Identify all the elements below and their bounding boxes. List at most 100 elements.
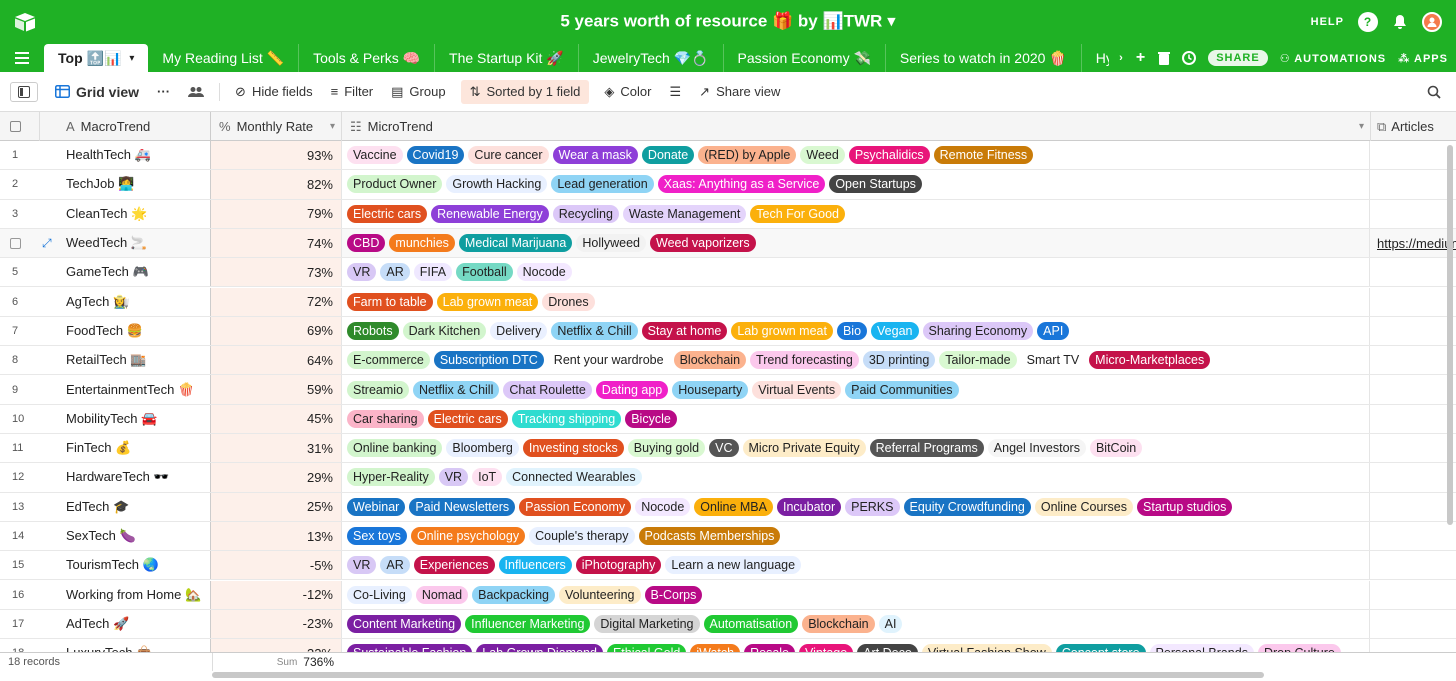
- microtrend-cell[interactable]: Hyper-Reality VR IoT Connected Wearables: [342, 463, 1370, 492]
- articles-cell[interactable]: [1371, 610, 1456, 638]
- trash-icon[interactable]: [1158, 51, 1171, 65]
- table-row[interactable]: 10 MobilityTech 🚘 45% Car sharing Electric c…: [0, 404, 1456, 434]
- articles-cell[interactable]: [1371, 639, 1456, 652]
- table-row[interactable]: 8 RetailTech 🏬 64% E-commerce Subscription D…: [0, 346, 1456, 376]
- articles-cell[interactable]: [1371, 258, 1456, 286]
- row-number-cell[interactable]: 6: [0, 288, 40, 316]
- tab-series-2020[interactable]: Series to watch in 2020 🍿: [886, 44, 1082, 72]
- filter-button[interactable]: ≡ Filter: [322, 80, 382, 103]
- column-header-macrotrend[interactable]: A MacroTrend: [40, 112, 211, 141]
- table-row[interactable]: 9 EntertainmentTech 🍿 59% Streamio Netflix &…: [0, 375, 1456, 405]
- articles-cell[interactable]: [1371, 463, 1456, 491]
- macrotrend-cell[interactable]: AdTech 🚀: [40, 609, 211, 639]
- microtrend-cell[interactable]: Farm to table Lab grown meat Drones: [342, 287, 1370, 316]
- macrotrend-cell[interactable]: TechJob 👩‍💻: [40, 170, 211, 199]
- table-row[interactable]: 7 FoodTech 🍔 69% Robots Dark Kitchen Delivery…: [0, 316, 1456, 347]
- table-row[interactable]: 16 Working from Home 🏡 -12% Co-Living Nomad B…: [0, 580, 1456, 610]
- microtrend-cell[interactable]: Robots Dark Kitchen Delivery Netflix & Chil…: [342, 316, 1370, 346]
- share-button[interactable]: SHARE: [1208, 50, 1268, 66]
- articles-cell[interactable]: [1371, 170, 1456, 198]
- macrotrend-cell[interactable]: GameTech 🎮: [40, 258, 211, 287]
- monthly-rate-cell[interactable]: 74%: [211, 228, 342, 258]
- articles-cell[interactable]: [1371, 375, 1456, 403]
- table-row[interactable]: 5 GameTech 🎮 73% VR AR FIFA Football Nocode: [0, 258, 1456, 288]
- monthly-rate-cell[interactable]: 29%: [211, 463, 342, 492]
- bell-icon[interactable]: [1392, 14, 1408, 30]
- table-row[interactable]: 11 FinTech 💰 31% Online banking Bloomberg Inv…: [0, 434, 1456, 464]
- monthly-rate-cell[interactable]: -32%: [211, 639, 342, 652]
- microtrend-cell[interactable]: CBD munchies Medical Marijuana Hollyweed Wee…: [342, 228, 1370, 258]
- microtrend-cell[interactable]: Electric cars Renewable Energy Recycling Wa…: [342, 199, 1370, 228]
- more-options-icon[interactable]: ···: [148, 80, 179, 103]
- macrotrend-cell[interactable]: HardwareTech 🕶️: [40, 463, 211, 492]
- row-number-cell[interactable]: 12: [0, 463, 40, 491]
- monthly-rate-cell[interactable]: 73%: [211, 258, 342, 287]
- microtrend-cell[interactable]: Co-Living Nomad Backpacking Volunteering B-C…: [342, 580, 1370, 609]
- column-header-monthly-rate[interactable]: % Monthly Rate ▾: [211, 112, 342, 141]
- monthly-rate-cell[interactable]: -12%: [211, 580, 342, 609]
- tab-startup-kit[interactable]: The Startup Kit 🚀: [435, 44, 579, 72]
- table-row[interactable]: 3 CleanTech 🌟 79% Electric cars Renewable En…: [0, 199, 1456, 229]
- articles-cell[interactable]: [1371, 581, 1456, 609]
- microtrend-cell[interactable]: E-commerce Subscription DTC Rent your ward…: [342, 346, 1370, 375]
- articles-cell[interactable]: [1371, 405, 1456, 433]
- macrotrend-cell[interactable]: EdTech 🎓: [40, 492, 211, 521]
- tab-passion-economy[interactable]: Passion Economy 💸: [724, 44, 886, 72]
- microtrend-cell[interactable]: Sex toys Online psychology Couple's therap…: [342, 521, 1370, 551]
- row-number-cell[interactable]: 14: [0, 522, 40, 550]
- macrotrend-cell[interactable]: AgTech 👩‍🌾: [40, 287, 211, 316]
- macrotrend-cell[interactable]: Working from Home 🏡: [40, 580, 211, 609]
- row-number-cell[interactable]: 7: [0, 317, 40, 345]
- macrotrend-cell[interactable]: MobilityTech 🚘: [40, 404, 211, 433]
- row-number-cell[interactable]: ⤢: [0, 229, 52, 257]
- table-row[interactable]: 18LuxuryTech 👜-32%Sustainable FashionLab…: [0, 639, 1456, 652]
- macrotrend-cell[interactable]: FoodTech 🍔: [40, 316, 211, 346]
- row-number-cell[interactable]: 5: [0, 258, 40, 286]
- macrotrend-cell[interactable]: CleanTech 🌟: [40, 199, 211, 228]
- row-number-cell[interactable]: 1: [0, 141, 40, 169]
- row-number-cell[interactable]: 2: [0, 170, 40, 198]
- macrotrend-cell[interactable]: EntertainmentTech 🍿: [40, 375, 211, 404]
- microtrend-cell[interactable]: Sustainable FashionLab Grown DiamondEthi…: [342, 639, 1370, 652]
- articles-cell[interactable]: [1371, 522, 1456, 550]
- macrotrend-cell[interactable]: FinTech 💰: [40, 434, 211, 463]
- articles-cell[interactable]: [1371, 346, 1456, 374]
- row-number-cell[interactable]: 13: [0, 493, 40, 521]
- monthly-rate-cell[interactable]: 93%: [211, 141, 342, 170]
- row-number-cell[interactable]: 16: [0, 581, 40, 609]
- apps-button[interactable]: ⁂ APPS: [1398, 52, 1448, 65]
- table-row[interactable]: 2 TechJob 👩‍💻 82% Product Owner Growth Hacki…: [0, 170, 1456, 200]
- monthly-rate-cell[interactable]: 13%: [211, 521, 342, 551]
- scroll-tabs-right-icon[interactable]: ›: [1119, 52, 1124, 64]
- table-row[interactable]: 13 EdTech 🎓 25% Webinar Paid Newsletters Pass…: [0, 492, 1456, 522]
- menu-icon[interactable]: [0, 44, 44, 72]
- macrotrend-cell[interactable]: SexTech 🍆: [40, 521, 211, 551]
- table-row[interactable]: ⤢ WeedTech 🚬 74% CBD munchies Medical Marijua…: [0, 228, 1456, 259]
- microtrend-cell[interactable]: VR AR FIFA Football Nocode: [342, 258, 1370, 287]
- macrotrend-cell[interactable]: HealthTech 🚑: [40, 141, 211, 170]
- tab-jewelrytech[interactable]: JewelryTech 💎💍: [579, 44, 724, 72]
- tab-my-reading-list[interactable]: My Reading List 📏: [148, 44, 300, 72]
- chevron-down-icon[interactable]: ▾: [330, 121, 335, 132]
- monthly-rate-cell[interactable]: -23%: [211, 609, 342, 639]
- sidebar-toggle[interactable]: [10, 81, 38, 102]
- column-header-microtrend[interactable]: ☷ MicroTrend ▾: [342, 112, 1371, 141]
- articles-cell[interactable]: [1371, 288, 1456, 316]
- help-link[interactable]: HELP: [1311, 16, 1344, 28]
- macrotrend-cell[interactable]: TourismTech 🌏: [40, 551, 211, 580]
- monthly-rate-cell[interactable]: 45%: [211, 404, 342, 433]
- articles-cell[interactable]: [1371, 317, 1456, 345]
- avatar[interactable]: [1422, 12, 1442, 32]
- row-checkbox[interactable]: [10, 237, 21, 249]
- rate-summary[interactable]: Sum 736%: [212, 653, 342, 671]
- view-switcher[interactable]: Grid view: [46, 80, 148, 104]
- select-all-checkbox[interactable]: [0, 112, 40, 141]
- monthly-rate-cell[interactable]: 79%: [211, 199, 342, 228]
- articles-cell[interactable]: [1371, 493, 1456, 521]
- row-number-cell[interactable]: 9: [0, 375, 40, 403]
- row-number-cell[interactable]: 3: [0, 200, 40, 228]
- macrotrend-cell[interactable]: WeedTech 🚬: [40, 228, 211, 258]
- add-table-icon[interactable]: +: [1136, 49, 1146, 67]
- help-icon[interactable]: ?: [1358, 12, 1378, 32]
- monthly-rate-cell[interactable]: 64%: [211, 346, 342, 375]
